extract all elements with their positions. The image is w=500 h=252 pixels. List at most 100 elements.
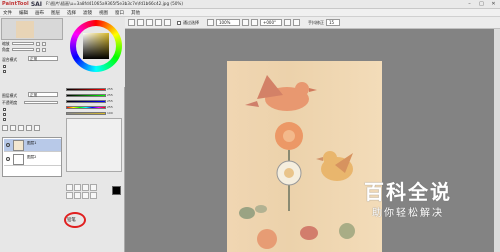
watermark-subtitle: 助你轻松解决: [372, 208, 444, 219]
magic-wand-icon[interactable]: [82, 184, 89, 191]
blend-dropdown[interactable]: 正常: [28, 56, 58, 61]
menu-other[interactable]: 其他: [131, 10, 140, 16]
tool-grid: [66, 184, 97, 199]
slider-row: 255: [66, 105, 122, 109]
document-path: F:\图片\插画\u=3a8fd41065a9365f5e3b3c7e\fd1b…: [46, 1, 184, 6]
flip-icon[interactable]: [284, 19, 291, 26]
rotate-tool-icon[interactable]: [82, 192, 89, 199]
blend-checkbox[interactable]: [3, 65, 6, 68]
zoom-row: 缩放: [2, 41, 46, 46]
delete-layer-icon[interactable]: [34, 125, 40, 131]
tool-panel: 铅笔: [64, 184, 124, 250]
foreground-color-swatch[interactable]: [112, 186, 121, 195]
hand-icon[interactable]: [90, 192, 97, 199]
close-button[interactable]: ✕: [489, 1, 498, 7]
angle-minus-icon[interactable]: [35, 47, 40, 52]
layer-opacity-label: 不透明度: [2, 100, 18, 105]
reset-rotate-icon[interactable]: [293, 19, 300, 26]
stabilizer-label: 手抖修正: [308, 19, 324, 25]
slider-value: 255: [107, 87, 113, 91]
blend-label: 混合模式: [2, 57, 18, 62]
bird-illustration: [245, 75, 317, 111]
slider-row: 255: [66, 99, 122, 103]
red-slider[interactable]: [66, 87, 106, 91]
mode-dropdown[interactable]: 正常: [28, 92, 58, 97]
menu-filter[interactable]: 滤镜: [83, 10, 92, 16]
saturation-value-square[interactable]: [83, 33, 109, 59]
invert-icon[interactable]: [146, 19, 153, 26]
rotate-combo[interactable]: +000°: [260, 19, 282, 26]
zoom-tool-icon[interactable]: [74, 192, 81, 199]
app-logo-sai: SAI: [30, 0, 43, 8]
bird-illustration: [316, 151, 353, 181]
menu-edit[interactable]: 编辑: [19, 10, 28, 16]
opacity-slider[interactable]: [24, 101, 58, 104]
layer-thumbnail: [13, 140, 24, 151]
layer-thumbnail: [13, 154, 24, 165]
hue-slider[interactable]: [66, 105, 106, 109]
menu-file[interactable]: 文件: [3, 10, 12, 16]
menu-view[interactable]: 视图: [99, 10, 108, 16]
layer-row[interactable]: 图层2: [4, 153, 61, 166]
stabilizer-combo[interactable]: 15: [326, 19, 340, 26]
menu-canvas[interactable]: 画布: [35, 10, 44, 16]
layer-name: 图层2: [27, 155, 37, 159]
new-folder-icon[interactable]: [18, 125, 24, 131]
zoom-minus-icon[interactable]: [35, 41, 40, 46]
rotate-right-icon[interactable]: [251, 19, 258, 26]
zoom-reset-icon[interactable]: [207, 19, 214, 26]
toolbar: 通过选择 100% +000° 手抖修正 15: [125, 17, 500, 29]
zoom-combo[interactable]: 100%: [216, 19, 240, 26]
menu-window[interactable]: 窗口: [115, 10, 124, 16]
window-controls: – □ ✕: [465, 1, 498, 7]
green-slider[interactable]: [66, 93, 106, 97]
move-icon[interactable]: [66, 192, 73, 199]
antialias-checkbox[interactable]: [177, 20, 181, 25]
slider-value: 100: [107, 111, 113, 115]
angle-slider[interactable]: [11, 48, 34, 51]
canvas-document[interactable]: [227, 61, 382, 252]
minimize-button[interactable]: –: [465, 1, 474, 7]
deselect-icon[interactable]: [137, 19, 144, 26]
slider-row: 255: [66, 87, 122, 91]
zoom-plus-icon[interactable]: [41, 41, 46, 46]
clip-checkbox[interactable]: [3, 113, 6, 116]
eye-icon[interactable]: [6, 157, 10, 161]
rotate-left-icon[interactable]: [242, 19, 249, 26]
color-panel: [64, 17, 125, 87]
new-linework-icon[interactable]: [10, 125, 16, 131]
zoom-in-icon[interactable]: [155, 19, 162, 26]
title-bar: PaintTool SAI F:\图片\插画\u=3a8fd41065a9365…: [0, 0, 500, 9]
blend-checkbox-2[interactable]: [3, 70, 6, 73]
swatch-palette[interactable]: [66, 118, 122, 172]
zoom-out-icon[interactable]: [164, 19, 171, 26]
eye-icon[interactable]: [6, 143, 10, 147]
angle-plus-icon[interactable]: [41, 47, 46, 52]
artwork: [239, 75, 355, 249]
angle-label: 角度: [2, 46, 10, 52]
antialias-label: 通过选择: [183, 19, 199, 25]
new-layer-icon[interactable]: [2, 125, 8, 131]
rect-select-icon[interactable]: [66, 184, 73, 191]
layer-row[interactable]: 图层1: [4, 139, 61, 152]
protect-checkbox[interactable]: [3, 108, 6, 111]
watermark: 百科全说 助你轻松解决: [352, 176, 470, 222]
slider-row: 100: [66, 111, 122, 115]
blue-slider[interactable]: [66, 99, 106, 103]
slider-value: 255: [107, 99, 113, 103]
vertical-scrollbar[interactable]: [494, 29, 500, 252]
mode-label: 图层模式: [2, 93, 18, 98]
lasso-icon[interactable]: [74, 184, 81, 191]
select-icon[interactable]: [128, 19, 135, 26]
menu-layer[interactable]: 图层: [51, 10, 60, 16]
saturation-slider[interactable]: [66, 111, 106, 115]
maximize-button[interactable]: □: [477, 1, 486, 7]
navigator-preview[interactable]: [1, 18, 63, 40]
menu-select[interactable]: 选择: [67, 10, 76, 16]
selection-source-checkbox[interactable]: [3, 118, 6, 121]
layer-list: 图层1 图层2: [2, 137, 62, 177]
merge-down-icon[interactable]: [26, 125, 32, 131]
slider-value: 255: [107, 93, 113, 97]
zoom-slider[interactable]: [11, 42, 34, 45]
eyedropper-icon[interactable]: [90, 184, 97, 191]
